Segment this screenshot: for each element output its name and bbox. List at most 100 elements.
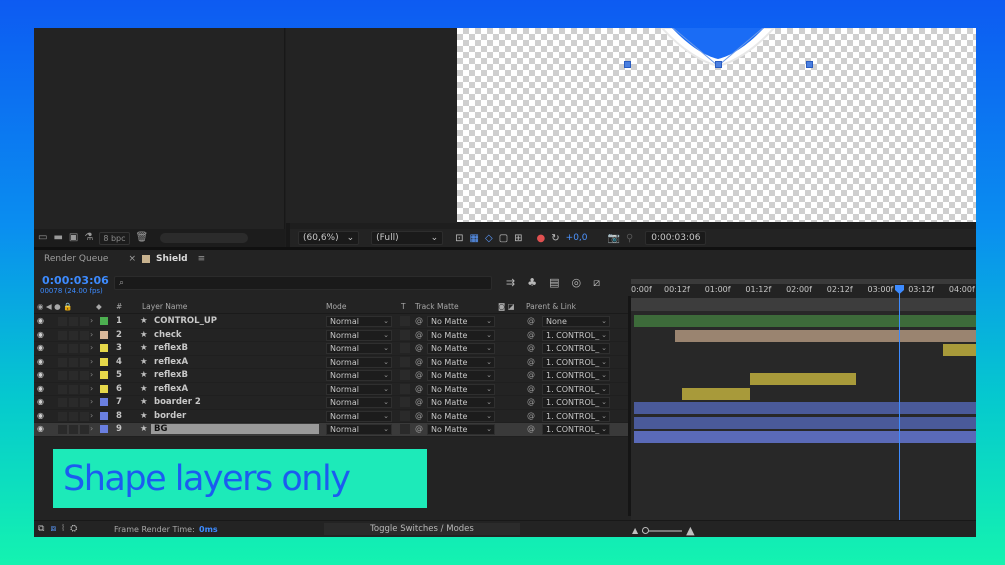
label-color-swatch[interactable] <box>100 357 108 366</box>
layer-search-input[interactable]: ⌕ <box>114 276 492 290</box>
folder-icon[interactable]: ▬ <box>53 233 62 243</box>
parent-pickwhip-icon[interactable]: @ <box>527 370 535 379</box>
close-icon[interactable]: × <box>128 254 136 264</box>
layer-duration-bar[interactable] <box>634 416 976 429</box>
layer-duration-bar[interactable] <box>943 344 976 356</box>
track-matte-select[interactable]: No Matte ⌄ <box>427 329 495 341</box>
parent-select[interactable]: 1. CONTROL_ ⌄ <box>542 397 610 408</box>
blend-mode-select[interactable]: Normal ⌄ <box>326 370 392 381</box>
expand-arrow-icon[interactable]: › <box>90 384 93 393</box>
layer-row[interactable]: ◉ › 7 ★ boarder 2 Normal ⌄ @ No Matte ⌄ @ … <box>34 396 628 410</box>
audio-switch[interactable] <box>58 317 67 326</box>
parent-select[interactable]: 1. CONTROL_ ⌄ <box>542 343 610 354</box>
layer-duration-bar[interactable] <box>634 315 976 327</box>
viewer-timecode[interactable]: 0:00:03:06 <box>645 231 707 245</box>
time-graph[interactable]: 0:00f 00:12f 01:00f 01:12f 02:00f 02:12f 03:00… <box>631 276 976 521</box>
lock-switch[interactable] <box>80 411 89 421</box>
parent-pickwhip-icon[interactable]: @ <box>527 424 535 433</box>
preserve-transparency-switch[interactable] <box>400 356 410 367</box>
parent-select[interactable]: 1. CONTROL_ ⌄ <box>542 329 610 341</box>
anchor-handle-left[interactable] <box>624 61 631 68</box>
solo-switch[interactable] <box>69 317 78 326</box>
layer-name[interactable]: BG <box>151 424 319 434</box>
tab-render-queue[interactable]: Render Queue <box>34 250 118 268</box>
track-matte-pickwhip-icon[interactable]: @ <box>415 397 423 406</box>
layer-name[interactable]: boarder 2 <box>154 397 201 407</box>
audio-switch[interactable] <box>58 371 67 380</box>
blend-mode-select[interactable]: Normal ⌄ <box>326 356 392 368</box>
layer-name-header[interactable]: Layer Name <box>142 302 187 311</box>
blend-mode-select[interactable]: Normal ⌄ <box>326 410 392 422</box>
lock-switch[interactable] <box>80 398 89 407</box>
layer-row[interactable]: ◉ › 3 ★ reflexB Normal ⌄ @ No Matte ⌄ @ 1.… <box>34 342 628 356</box>
expand-arrow-icon[interactable]: › <box>90 411 93 420</box>
label-color-swatch[interactable] <box>100 398 108 406</box>
audio-switch[interactable] <box>58 344 67 353</box>
preserve-transparency-switch[interactable] <box>400 397 410 407</box>
solo-switch[interactable] <box>69 344 78 353</box>
layer-duration-bar[interactable] <box>682 387 750 400</box>
toggle-switches-modes-button[interactable]: Toggle Switches / Modes <box>324 523 520 535</box>
solo-switch[interactable] <box>69 371 78 380</box>
graph-editor-icon[interactable]: ⧄ <box>593 276 600 290</box>
layer-name[interactable]: reflexA <box>154 357 188 367</box>
tab-shield[interactable]: × Shield ≡ <box>118 250 215 268</box>
parent-pickwhip-icon[interactable]: @ <box>527 330 535 339</box>
layer-duration-bar[interactable] <box>675 329 976 342</box>
lock-switch[interactable] <box>80 344 89 353</box>
parent-select[interactable]: 1. CONTROL_ ⌄ <box>542 383 610 395</box>
zoom-knob[interactable] <box>642 526 650 534</box>
visibility-eye-icon[interactable]: ◉ <box>37 343 44 352</box>
anchor-handle-center[interactable] <box>715 61 722 68</box>
layer-row[interactable]: ◉ › 2 ★ check Normal ⌄ @ No Matte ⌄ @ 1. C… <box>34 329 628 342</box>
label-color-swatch[interactable] <box>100 384 108 393</box>
expand-arrow-icon[interactable]: › <box>90 330 93 339</box>
track-matte-pickwhip-icon[interactable]: @ <box>415 384 423 393</box>
magnification-select[interactable]: (60,6%) ⌄ <box>298 231 360 245</box>
expand-arrow-icon[interactable]: › <box>90 343 93 352</box>
preserve-transparency-switch[interactable] <box>400 316 410 326</box>
preserve-transparency-switch[interactable] <box>400 343 410 353</box>
layer-duration-bar[interactable] <box>634 431 976 443</box>
color-channels-icon[interactable]: ● <box>537 233 546 244</box>
layer-row[interactable]: ◉ › 4 ★ reflexA Normal ⌄ @ No Matte ⌄ @ 1.… <box>34 356 628 369</box>
blend-mode-select[interactable]: Normal ⌄ <box>326 329 392 341</box>
project-scrollbar[interactable] <box>160 233 249 243</box>
preserve-transparency-switch[interactable] <box>400 370 410 380</box>
in-out-icon[interactable]: ⦚ <box>62 524 64 534</box>
parent-select[interactable]: 1. CONTROL_ ⌄ <box>542 424 610 435</box>
label-color-swatch[interactable] <box>100 344 108 352</box>
layer-name[interactable]: CONTROL_UP <box>154 316 217 326</box>
region-of-interest-icon[interactable]: ▢ <box>499 233 508 244</box>
grid-guides-icon[interactable]: ⊞ <box>514 233 522 244</box>
visibility-eye-icon[interactable]: ◉ <box>37 357 44 366</box>
audio-switch[interactable] <box>58 425 67 434</box>
comp-flowchart-icon[interactable]: ⇉ <box>506 276 515 290</box>
reset-exposure-icon[interactable]: ↻ <box>551 233 559 244</box>
track-matte-select[interactable]: No Matte ⌄ <box>427 343 495 354</box>
label-color-swatch[interactable] <box>100 425 108 433</box>
audio-switch[interactable] <box>58 384 67 394</box>
track-matte-pickwhip-icon[interactable]: @ <box>415 316 423 325</box>
composition-viewer[interactable] <box>457 28 976 222</box>
time-ruler[interactable]: 0:00f 00:12f 01:00f 01:12f 02:00f 02:12f 03:00… <box>631 276 976 298</box>
solo-switch[interactable] <box>69 411 78 421</box>
blend-mode-select[interactable]: Normal ⌄ <box>326 343 392 354</box>
parent-pickwhip-icon[interactable]: @ <box>527 397 535 406</box>
parent-pickwhip-icon[interactable]: @ <box>527 357 535 366</box>
blend-mode-select[interactable]: Normal ⌄ <box>326 397 392 408</box>
preserve-transparency-switch[interactable] <box>400 410 410 421</box>
zoom-in-icon[interactable]: ▲ <box>686 524 694 537</box>
solo-switch[interactable] <box>69 425 78 434</box>
show-snapshot-icon[interactable]: ⚲ <box>626 233 633 244</box>
label-color-swatch[interactable] <box>100 371 108 379</box>
camera-snapshot-icon[interactable]: 📷 <box>608 233 620 244</box>
layer-name[interactable]: check <box>154 330 182 340</box>
label-color-swatch[interactable] <box>100 411 108 420</box>
flowchart-icon[interactable]: ⚗ <box>84 233 93 243</box>
visibility-eye-icon[interactable]: ◉ <box>37 370 44 379</box>
audio-switch[interactable] <box>58 411 67 421</box>
resolution-select[interactable]: (Full) ⌄ <box>371 231 444 245</box>
preserve-transparency-switch[interactable] <box>400 424 410 434</box>
solo-switch[interactable] <box>69 357 78 367</box>
